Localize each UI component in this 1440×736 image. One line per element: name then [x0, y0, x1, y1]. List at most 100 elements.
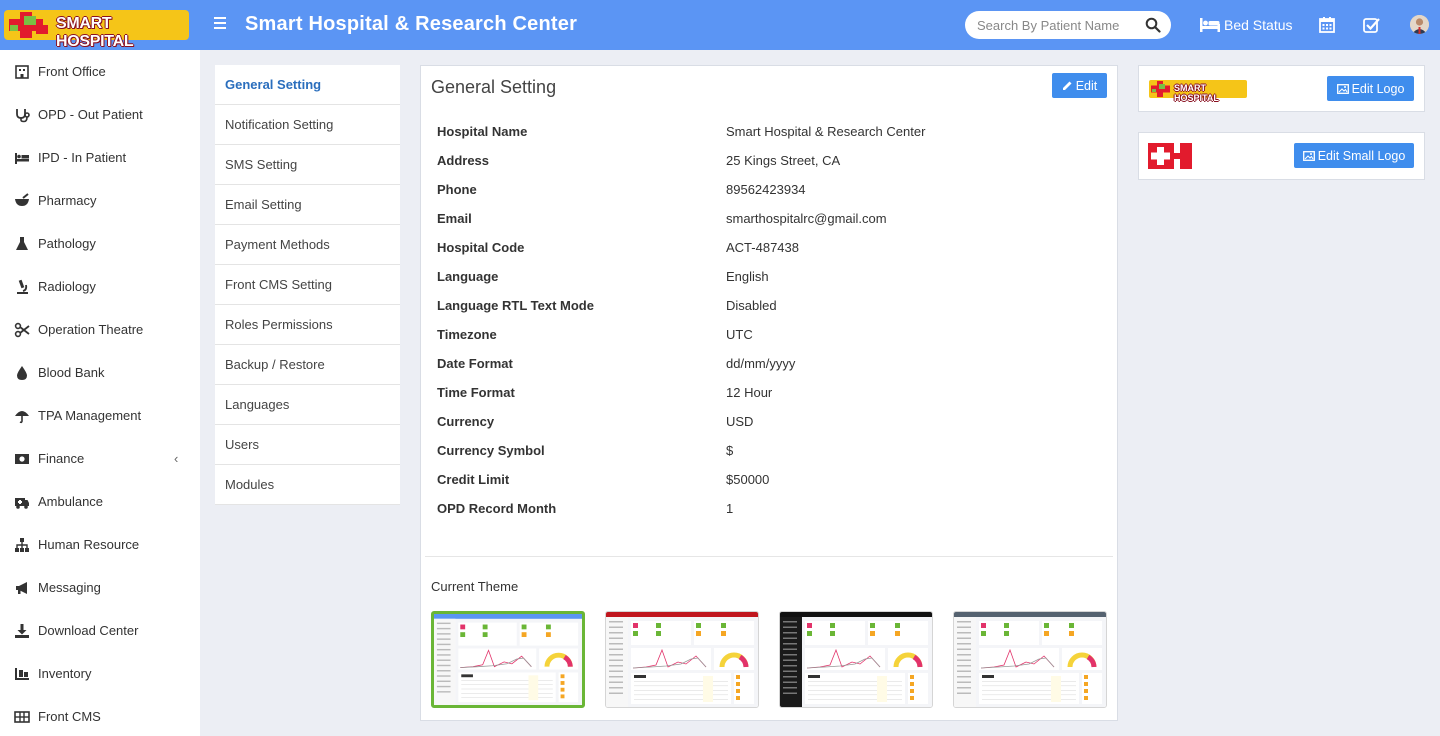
search-icon[interactable] [1145, 17, 1161, 33]
search-input[interactable] [977, 15, 1137, 35]
setting-value: $50000 [726, 472, 770, 487]
general-setting-panel: General Setting Edit Hospital Name Smart … [420, 65, 1118, 721]
setting-label: Time Format [437, 385, 515, 400]
setting-row: Credit Limit $50000 [437, 472, 1097, 492]
section-divider [425, 556, 1113, 557]
bed-status-link[interactable]: Bed Status [1200, 17, 1293, 33]
setting-value: UTC [726, 327, 753, 342]
sidebar-item-label: Human Resource [38, 537, 140, 552]
theme-option-blue[interactable] [431, 611, 585, 708]
sidebar-item-pathology[interactable]: Pathology [0, 222, 200, 265]
settings-nav-users[interactable]: Users [215, 425, 400, 465]
current-theme-title: Current Theme [431, 579, 519, 594]
setting-value: ACT-487438 [726, 240, 799, 255]
edit-logo-button[interactable]: Edit Logo [1327, 76, 1414, 101]
setting-row: Timezone UTC [437, 327, 1097, 347]
theme-option-red[interactable] [605, 611, 759, 708]
sidebar-item-download-center[interactable]: Download Center [0, 609, 200, 652]
theme-preview [434, 614, 582, 705]
stethoscope-icon [16, 108, 30, 122]
menu-toggle-icon[interactable] [214, 17, 226, 31]
logo-cross-icon [1151, 81, 1170, 97]
setting-value: Disabled [726, 298, 777, 313]
sidebar-item-inventory[interactable]: Inventory [0, 652, 200, 695]
sidebar-item-opd-out-patient[interactable]: OPD - Out Patient [0, 93, 200, 136]
logo-card: SMART HOSPITAL Edit Logo [1138, 65, 1425, 112]
sidebar-item-ambulance[interactable]: Ambulance [0, 480, 200, 523]
settings-nav-front-cms-setting[interactable]: Front CMS Setting [215, 265, 400, 305]
setting-row: Currency Symbol $ [437, 443, 1097, 463]
sidebar-item-label: Blood Bank [38, 365, 105, 380]
settings-nav-roles-permissions[interactable]: Roles Permissions [215, 305, 400, 345]
edit-small-logo-label: Edit Small Logo [1317, 148, 1406, 163]
sidebar-item-pharmacy[interactable]: Pharmacy [0, 179, 200, 222]
inventory-icon [15, 667, 29, 680]
small-logo-card: Edit Small Logo [1138, 132, 1425, 180]
setting-row: Time Format 12 Hour [437, 385, 1097, 405]
edit-logo-label: Edit Logo [1351, 81, 1405, 96]
edit-button[interactable]: Edit [1052, 73, 1107, 98]
calendar-icon[interactable] [1318, 16, 1336, 34]
settings-nav-payment-methods[interactable]: Payment Methods [215, 225, 400, 265]
theme-option-black[interactable] [779, 611, 933, 708]
setting-row: Email smarthospitalrc@gmail.com [437, 211, 1097, 231]
sidebar-item-finance[interactable]: Finance ‹ [0, 437, 200, 480]
setting-row: Hospital Name Smart Hospital & Research C… [437, 124, 1097, 144]
sidebar-item-label: Pharmacy [38, 193, 97, 208]
sidebar-item-label: Front CMS [38, 709, 101, 724]
setting-label: Currency [437, 414, 495, 429]
sidebar-item-tpa-management[interactable]: TPA Management [0, 394, 200, 437]
theme-option-gray[interactable] [953, 611, 1107, 708]
sidebar-item-front-office[interactable]: Front Office [0, 50, 200, 93]
sidebar-item-label: Ambulance [38, 494, 104, 509]
bed-icon [1200, 18, 1220, 32]
setting-row: Hospital Code ACT-487438 [437, 240, 1097, 260]
sidebar-item-label: Operation Theatre [38, 322, 144, 337]
sitemap-icon [15, 537, 29, 552]
setting-label: Credit Limit [437, 472, 510, 487]
settings-nav-general-setting[interactable]: General Setting [215, 65, 400, 105]
microscope-icon [17, 279, 28, 294]
sidebar-item-ipd-in-patient[interactable]: IPD - In Patient [0, 136, 200, 179]
settings-nav-languages[interactable]: Languages [215, 385, 400, 425]
settings-nav-notification-setting[interactable]: Notification Setting [215, 105, 400, 145]
sidebar-item-messaging[interactable]: Messaging [0, 566, 200, 609]
panel-title: General Setting [431, 77, 557, 97]
setting-label: Hospital Code [437, 240, 525, 255]
setting-value: 12 Hour [726, 385, 773, 400]
check-square-icon[interactable] [1362, 16, 1380, 34]
sidebar-item-label: IPD - In Patient [38, 150, 127, 165]
settings-nav-backup-restore[interactable]: Backup / Restore [215, 345, 400, 385]
sidebar-item-operation-theatre[interactable]: Operation Theatre [0, 308, 200, 351]
setting-label: Language [437, 269, 499, 284]
edit-small-logo-button[interactable]: Edit Small Logo [1294, 143, 1414, 168]
setting-label: Currency Symbol [437, 443, 545, 458]
settings-nav-sms-setting[interactable]: SMS Setting [215, 145, 400, 185]
setting-value: English [726, 269, 769, 284]
small-logo-icon [1148, 143, 1192, 169]
grid-icon [14, 710, 30, 723]
bed-status-label: Bed Status [1224, 17, 1293, 33]
bed-icon [15, 152, 29, 164]
mortar-icon [15, 192, 29, 206]
sidebar-item-human-resource[interactable]: Human Resource [0, 523, 200, 566]
sidebar-item-radiology[interactable]: Radiology [0, 265, 200, 308]
user-avatar[interactable] [1410, 15, 1429, 34]
money-icon [15, 453, 29, 464]
chevron-left-icon[interactable]: ‹ [174, 451, 178, 466]
setting-row: Address 25 Kings Street, CA [437, 153, 1097, 173]
sidebar-item-front-cms[interactable]: Front CMS [0, 695, 200, 736]
settings-nav-email-setting[interactable]: Email Setting [215, 185, 400, 225]
flask-icon [16, 236, 28, 250]
settings-nav-modules[interactable]: Modules [215, 465, 400, 505]
sidebar-item-blood-bank[interactable]: Blood Bank [0, 351, 200, 394]
setting-label: Language RTL Text Mode [437, 298, 594, 313]
app-logo[interactable]: SMART HOSPITAL [4, 10, 189, 50]
sidebar-item-label: Finance [38, 451, 85, 466]
setting-label: Date Format [437, 356, 513, 371]
image-icon [1336, 83, 1349, 94]
sidebar-item-label: Pathology [38, 236, 96, 251]
setting-row: OPD Record Month 1 [437, 501, 1097, 521]
building-icon [15, 64, 29, 79]
theme-preview [780, 612, 932, 707]
